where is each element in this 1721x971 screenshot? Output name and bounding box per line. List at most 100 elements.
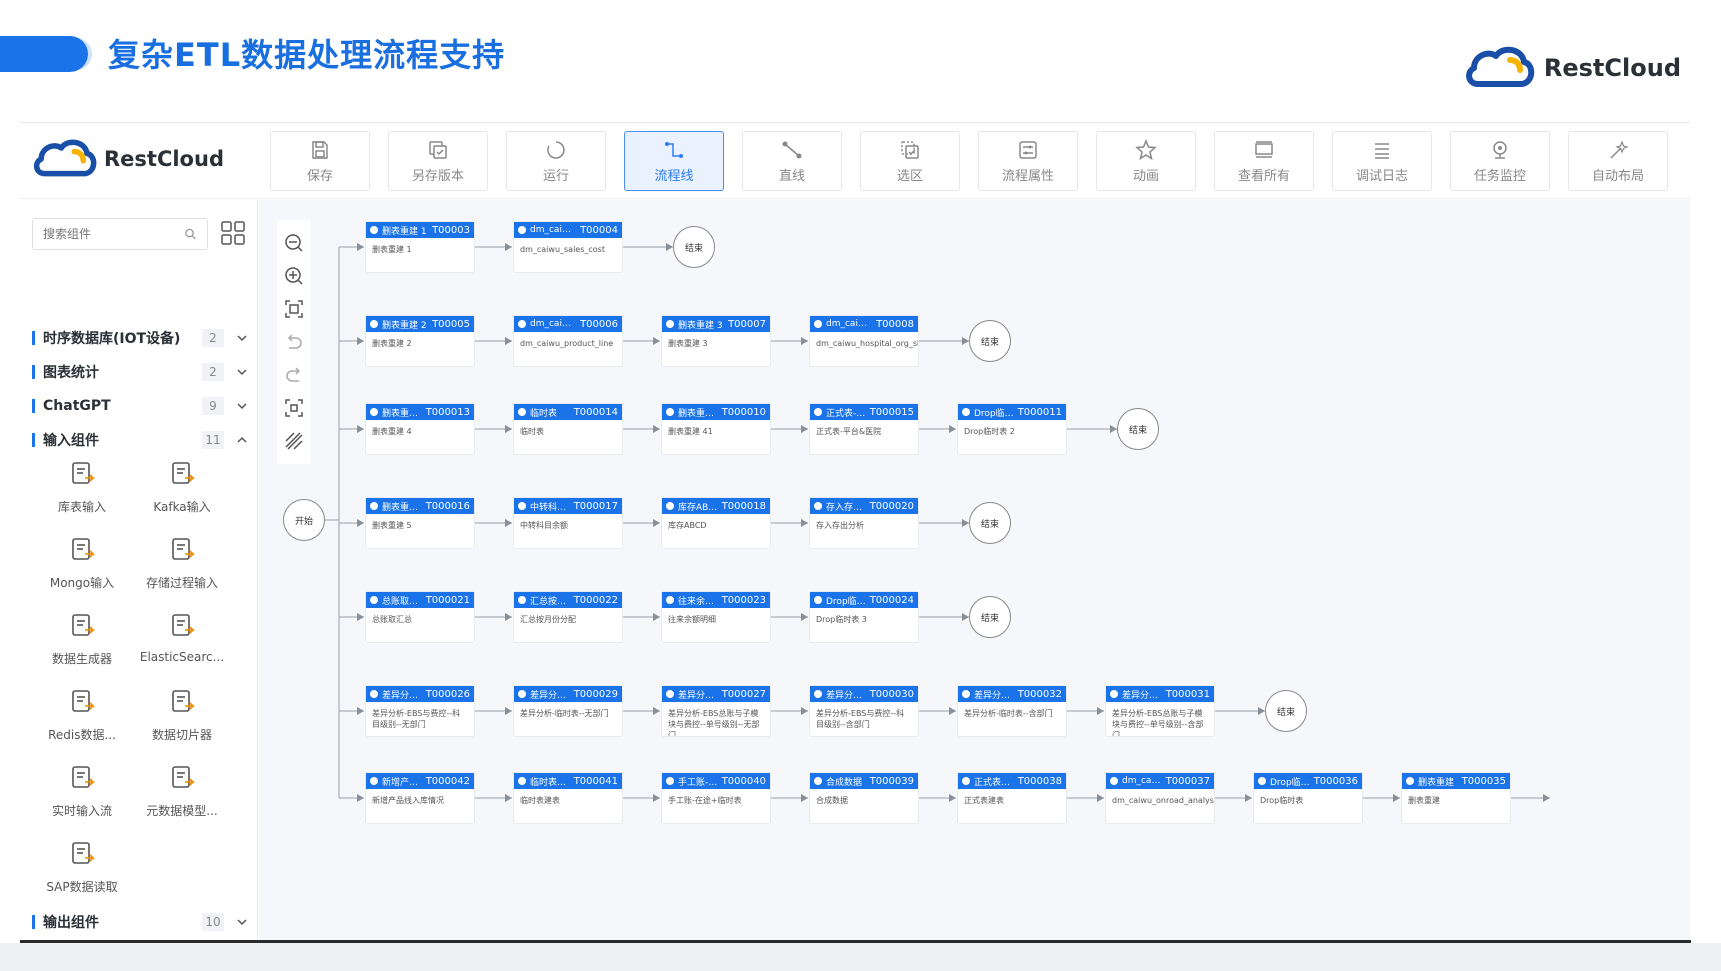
flow-node[interactable]: 中转科目...T000017 中转科目余额 — [514, 498, 622, 548]
component-realtime-input[interactable]: 实时输入流 — [32, 764, 132, 820]
flow-node-body: 删表重建 2 — [372, 339, 412, 348]
component-search[interactable] — [32, 218, 208, 250]
flow-node[interactable]: 删表重建 3 T00007 删表重建 3 — [662, 316, 770, 366]
toolbar-button-flow-properties[interactable]: 流程属性 — [978, 131, 1078, 191]
flow-canvas[interactable]: 开始 删表重建 1T00003删表重建 1 dm_caiwu_...T00004dm… — [259, 200, 1690, 940]
flow-node[interactable]: 差异分析-...T000026 差异分析-EBS与费控--科目级别--无部门 — [366, 686, 474, 736]
component-sap-read[interactable]: SAP数据读取 — [32, 840, 132, 896]
zoom-out-icon[interactable] — [284, 233, 304, 253]
chevron-down-icon[interactable] — [236, 332, 248, 344]
flow-node[interactable]: 删表重建 41T000010删表重建 41 — [662, 404, 770, 454]
end-node[interactable]: 结束 — [969, 596, 1011, 638]
flow-node[interactable]: 差异分析-...T000027 差异分析-EBS总账与子模块与费控--单号级别--… — [662, 686, 770, 736]
grid-pattern-icon[interactable] — [284, 431, 304, 451]
component-label: 元数据模型... — [146, 804, 218, 818]
category-label: ChatGPT — [43, 398, 111, 414]
category-item[interactable]: ChatGPT 9 — [32, 392, 248, 420]
flow-node[interactable]: 正式表-平...T000015 正式表-平台&医院 — [810, 404, 918, 454]
end-node[interactable]: 结束 — [673, 226, 715, 268]
flow-node[interactable]: 存入存出...T000020 存入存出分析 — [810, 498, 918, 548]
flow-node-header: 正式表建表T000038 — [958, 773, 1066, 789]
flow-node[interactable]: 新增产品...T000042 新增产品线入库情况 — [366, 773, 474, 823]
component-metadata-model[interactable]: 元数据模型... — [132, 764, 232, 820]
flow-node[interactable]: 删表重建 2 T00005 删表重建 2 — [366, 316, 474, 366]
flow-node[interactable]: 汇总按月...T000022 汇总按月份分配 — [514, 592, 622, 642]
search-icon[interactable] — [184, 227, 197, 241]
chevron-down-icon[interactable] — [236, 400, 248, 412]
flow-node[interactable]: 合成数据 T000039 合成数据 — [810, 773, 918, 823]
chevron-up-icon[interactable] — [236, 434, 248, 446]
flow-node[interactable]: 手工账-在...T000040 手工账-在途+临时表 — [662, 773, 770, 823]
toolbar-button-flow-line[interactable]: 流程线 — [624, 131, 724, 191]
redo-icon[interactable] — [284, 365, 304, 385]
fullscreen-icon[interactable] — [284, 398, 304, 418]
flow-node-header: Drop临时...T000011 — [958, 404, 1066, 420]
category-item[interactable]: 输入组件 11 — [32, 426, 248, 454]
flow-node[interactable]: 差异分析-...T000029 差异分析-临时表--无部门 — [514, 686, 622, 736]
flow-node-id: T000036 — [1313, 775, 1358, 787]
category-item[interactable]: 图表统计 2 — [32, 358, 248, 386]
component-data-generator[interactable]: 数据生成器 — [32, 612, 132, 668]
flow-node-id: T000022 — [573, 594, 618, 606]
category-item[interactable]: 时序数据库(IOT设备) 2 — [32, 324, 248, 352]
flow-node[interactable]: 差异分析-...T000031 差异分析-EBS总账与子模块与费控--单号级别--… — [1106, 686, 1214, 736]
toolbar-button-task-monitor[interactable]: 任务监控 — [1450, 131, 1550, 191]
flow-node[interactable]: Drop临时表T000036Drop临时表 — [1254, 773, 1362, 823]
flow-node[interactable]: 总账取汇总T000021总账取汇总 — [366, 592, 474, 642]
component-label: Kafka输入 — [153, 500, 211, 514]
toolbar-button-debug-log[interactable]: 调试日志 — [1332, 131, 1432, 191]
flow-node[interactable]: 删表重建 T000035 删表重建 — [1402, 773, 1510, 823]
toolbar-button-select-area[interactable]: 选区 — [860, 131, 960, 191]
flow-node[interactable]: 删表重建 5T000016删表重建 5 — [366, 498, 474, 548]
zoom-in-icon[interactable] — [284, 266, 304, 286]
flow-node[interactable]: 临时表建表T000041临时表建表 — [514, 773, 622, 823]
flow-node[interactable]: 库存ABCD T000018 库存ABCD — [662, 498, 770, 548]
end-node[interactable]: 结束 — [1265, 690, 1307, 732]
toolbar-button-save[interactable]: 保存 — [270, 131, 370, 191]
flow-node-name: 汇总按月... — [530, 596, 570, 607]
end-node[interactable]: 结束 — [969, 502, 1011, 544]
flow-node-name: Drop临时... — [974, 408, 1014, 419]
flow-node[interactable]: 差异分析-...T000030 差异分析-EBS与费控--科目级别--含部门 — [810, 686, 918, 736]
component-label: 数据生成器 — [51, 652, 112, 666]
fit-view-icon[interactable] — [284, 299, 304, 319]
flow-node-body: 差异分析-临时表--含部门 — [964, 709, 1053, 718]
chevron-down-icon[interactable] — [236, 916, 248, 928]
flow-node[interactable]: 正式表建表T000038正式表建表 — [958, 773, 1066, 823]
toolbar-button-straight-line[interactable]: 直线 — [742, 131, 842, 191]
flow-node[interactable]: 差异分析-...T000032 差异分析-临时表--含部门 — [958, 686, 1066, 736]
component-stored-procedure[interactable]: 存储过程输入 — [132, 536, 232, 592]
component-mongo-input[interactable]: Mongo输入 — [32, 536, 132, 592]
component-elasticsearch[interactable]: ElasticSearc... — [132, 612, 232, 668]
component-kafka-input[interactable]: Kafka输入 — [132, 460, 232, 516]
component-data-slicer[interactable]: 数据切片器 — [132, 688, 232, 744]
end-node[interactable]: 结束 — [1117, 408, 1159, 450]
flow-node[interactable]: 往来余额...T000023 往来余额明细 — [662, 592, 770, 642]
toolbar-button-auto-layout[interactable]: 自动布局 — [1568, 131, 1668, 191]
flow-node[interactable]: Drop临时...T000024Drop临时表 3 — [810, 592, 918, 642]
flow-node[interactable]: 临时表 T000014 临时表 — [514, 404, 622, 454]
component-table-input[interactable]: 库表输入 — [32, 460, 132, 516]
chevron-down-icon[interactable] — [236, 366, 248, 378]
toolbar-button-run[interactable]: 运行 — [506, 131, 606, 191]
flow-node[interactable]: 删表重建 1 T00003 删表重建 1 — [366, 222, 474, 272]
flow-node[interactable]: dm_caiwu_... T00006 dm_caiwu_product_line — [514, 316, 622, 366]
grid-view-icon[interactable] — [220, 220, 246, 246]
component-redis[interactable]: Redis数据... — [32, 688, 132, 744]
component-search-input[interactable] — [43, 227, 185, 241]
flow-node[interactable]: dm_caiwu_... T00004 dm_caiwu_sales_cost — [514, 222, 622, 272]
toolbar-button-view-all[interactable]: 查看所有 — [1214, 131, 1314, 191]
toolbar-button-animation[interactable]: 动画 — [1096, 131, 1196, 191]
start-node[interactable]: 开始 — [283, 499, 325, 541]
flow-node[interactable]: 删表重建 4T000013删表重建 4 — [366, 404, 474, 454]
flow-node[interactable]: dm_caiwu_... T00008 dm_caiwu_hospital_org_… — [810, 316, 918, 366]
toolbar-button-copy-version[interactable]: 另存版本 — [388, 131, 488, 191]
arrow-head — [801, 707, 808, 715]
flow-node[interactable]: Drop临时...T000011Drop临时表 2 — [958, 404, 1066, 454]
undo-icon[interactable] — [284, 332, 304, 352]
arrow-head — [653, 425, 660, 433]
end-node[interactable]: 结束 — [969, 320, 1011, 362]
flow-node[interactable]: dm_caiwu_...T000037 dm_caiwu_onroad_analy… — [1106, 773, 1214, 823]
category-output[interactable]: 输出组件 10 — [32, 908, 248, 936]
flow-node-id: T000020 — [869, 500, 914, 512]
